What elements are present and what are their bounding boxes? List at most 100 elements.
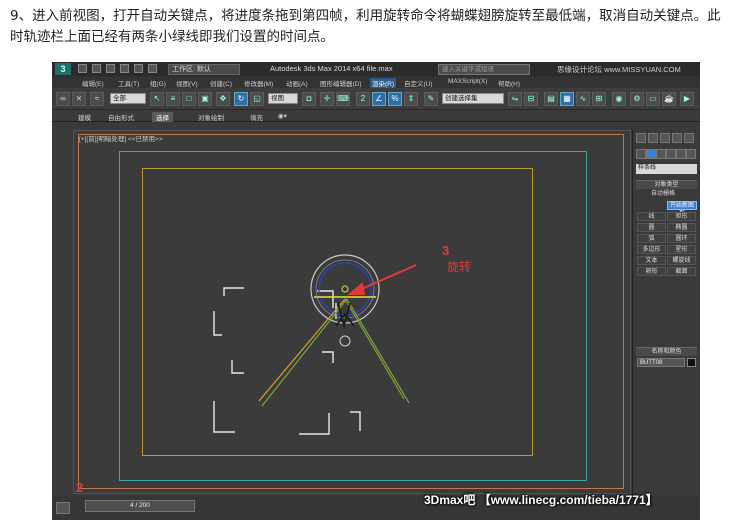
create-tab-icon[interactable] <box>636 133 646 143</box>
cameras-icon[interactable] <box>666 149 676 159</box>
schematic-view-icon[interactable]: ⊞ <box>592 92 606 106</box>
angle-snap-icon[interactable]: ∠ <box>372 92 386 106</box>
ribbon-bar: 建模 自由形式 选择 对象绘制 填充 ◉▾ <box>52 110 700 122</box>
ribbon-tab-freeform[interactable]: 自由形式 <box>108 112 134 122</box>
menu-modifiers[interactable]: 修改器(M) <box>244 78 273 88</box>
shape-egg-button[interactable]: 卵形 <box>637 267 666 276</box>
menu-animation[interactable]: 动画(A) <box>286 78 308 88</box>
menu-create[interactable]: 创建(C) <box>210 78 232 88</box>
modify-tab-icon[interactable] <box>648 133 658 143</box>
search-input[interactable]: 键入关键字或短语 <box>438 64 530 75</box>
open-file-icon[interactable] <box>92 64 101 73</box>
undo-icon[interactable] <box>120 64 129 73</box>
menu-graph-editors[interactable]: 图形编辑器(D) <box>320 78 362 88</box>
curve-editor-icon[interactable]: ∿ <box>576 92 590 106</box>
max-app-window: 3 工作区: 默认 Autodesk 3ds Max 2014 x64 file… <box>52 62 700 520</box>
watermark-bottom: 3Dmax吧 【www.linecg.com/tieba/1771】 <box>424 493 658 507</box>
object-name-field[interactable]: BUTT08 <box>637 358 685 367</box>
menu-maxscript[interactable]: MAXScript(X) <box>448 78 487 85</box>
menu-tools[interactable]: 工具(T) <box>118 78 139 88</box>
scale-icon[interactable]: ◱ <box>250 92 264 106</box>
motion-tab-icon[interactable] <box>672 133 682 143</box>
material-editor-icon[interactable]: ◉ <box>612 92 626 106</box>
select-by-name-icon[interactable]: ≡ <box>166 92 180 106</box>
move-icon[interactable]: ✥ <box>216 92 230 106</box>
mini-listener-icon[interactable] <box>56 502 70 514</box>
select-manipulate-icon[interactable]: ✛ <box>320 92 334 106</box>
ribbon-tab-modeling[interactable]: 建模 <box>78 112 91 122</box>
save-file-icon[interactable] <box>106 64 115 73</box>
reference-coord-dropdown[interactable]: 视图 <box>268 93 298 104</box>
display-tab-icon[interactable] <box>684 133 694 143</box>
align-icon[interactable]: ⊟ <box>524 92 538 106</box>
shapes-icon[interactable] <box>646 149 656 159</box>
shape-arc-button[interactable]: 弧 <box>637 234 666 243</box>
corner-shape-mid-left <box>231 360 244 374</box>
command-panel: 样条线 对象类型 自动栅格 开始新图形 线 矩形 圆 椭圆 弧 圆环 多边形 星… <box>632 130 700 510</box>
snap-icon[interactable]: 2 <box>356 92 370 106</box>
geometry-icon[interactable] <box>636 149 646 159</box>
time-slider[interactable]: 4 / 200 <box>85 500 195 512</box>
shape-rectangle-button[interactable]: 矩形 <box>667 212 696 221</box>
shape-ngon-button[interactable]: 多边形 <box>637 245 666 254</box>
hierarchy-tab-icon[interactable] <box>660 133 670 143</box>
helpers-icon[interactable] <box>676 149 686 159</box>
shape-category-dropdown[interactable]: 样条线 <box>636 164 697 174</box>
app-logo-icon[interactable]: 3 <box>55 63 71 75</box>
rendered-frame-icon[interactable]: ▭ <box>646 92 660 106</box>
shape-ellipse-button[interactable]: 椭圆 <box>667 223 696 232</box>
selection-filter-dropdown[interactable]: 全部 <box>110 93 146 104</box>
lights-icon[interactable] <box>656 149 666 159</box>
keyboard-shortcut-icon[interactable]: ⌨ <box>336 92 350 106</box>
shape-circle-button[interactable]: 圆 <box>637 223 666 232</box>
menu-rendering[interactable]: 渲染(R) <box>370 78 397 88</box>
link-icon[interactable]: ∞ <box>56 92 70 106</box>
new-file-icon[interactable] <box>78 64 87 73</box>
object-color-swatch[interactable] <box>687 358 696 367</box>
ribbon-options-icon[interactable]: ◉▾ <box>278 112 287 120</box>
layer-icon[interactable]: ▤ <box>544 92 558 106</box>
scene-explorer-icon[interactable]: ▦ <box>560 92 574 106</box>
systems-icon[interactable] <box>686 149 696 159</box>
edit-named-sets-icon[interactable]: ✎ <box>424 92 438 106</box>
time-slider-label: 4 / 200 <box>130 502 150 509</box>
render-icon[interactable]: ☕ <box>662 92 676 106</box>
start-new-shape-button[interactable]: 开始新图形 <box>667 201 697 217</box>
render-production-icon[interactable]: ▶ <box>680 92 694 106</box>
object-type-rollout[interactable]: 对象类型 <box>636 180 697 189</box>
butterfly-wings <box>258 298 410 407</box>
shape-section-button[interactable]: 截面 <box>667 267 696 276</box>
redo-icon[interactable] <box>134 64 143 73</box>
rotate-icon[interactable]: ↻ <box>234 92 248 106</box>
menu-views[interactable]: 视图(V) <box>176 78 198 88</box>
menu-customize[interactable]: 自定义(U) <box>404 78 433 88</box>
window-crossing-icon[interactable]: ▣ <box>198 92 212 106</box>
pivot-center-icon[interactable]: ◘ <box>302 92 316 106</box>
rect-select-icon[interactable]: □ <box>182 92 196 106</box>
unlink-icon[interactable]: ⨯ <box>72 92 86 106</box>
menu-edit[interactable]: 编辑(E) <box>82 78 104 88</box>
workspace-dropdown[interactable]: 工作区: 默认 <box>168 64 240 75</box>
ribbon-tab-populate[interactable]: 填充 <box>250 112 263 122</box>
menu-group[interactable]: 组(G) <box>150 78 166 88</box>
shape-donut-button[interactable]: 圆环 <box>667 234 696 243</box>
select-icon[interactable]: ↖ <box>150 92 164 106</box>
project-folder-icon[interactable] <box>148 64 157 73</box>
title-bar: 3 工作区: 默认 Autodesk 3ds Max 2014 x64 file… <box>52 62 700 76</box>
auto-grid-checkbox[interactable]: 自动栅格 <box>651 190 697 199</box>
shape-star-button[interactable]: 星形 <box>667 245 696 254</box>
ribbon-tab-selection[interactable]: 选择 <box>152 112 173 122</box>
ribbon-tab-object-paint[interactable]: 对象绘制 <box>198 112 224 122</box>
mirror-icon[interactable]: ⇋ <box>508 92 522 106</box>
percent-snap-icon[interactable]: % <box>388 92 402 106</box>
render-setup-icon[interactable]: ⚙ <box>630 92 644 106</box>
shape-text-button[interactable]: 文本 <box>637 256 666 265</box>
front-viewport[interactable]: [+][前][明暗处理] <<已禁用>> 3 旋转 <box>73 130 631 494</box>
name-color-rollout[interactable]: 名称和颜色 <box>636 347 697 356</box>
menu-help[interactable]: 帮助(H) <box>498 78 520 88</box>
bind-space-warp-icon[interactable]: ≈ <box>90 92 104 106</box>
spinner-snap-icon[interactable]: ⇕ <box>404 92 418 106</box>
named-selection-dropdown[interactable]: 创建选择集 <box>442 93 504 104</box>
shape-line-button[interactable]: 线 <box>637 212 666 221</box>
shape-helix-button[interactable]: 螺旋线 <box>667 256 696 265</box>
